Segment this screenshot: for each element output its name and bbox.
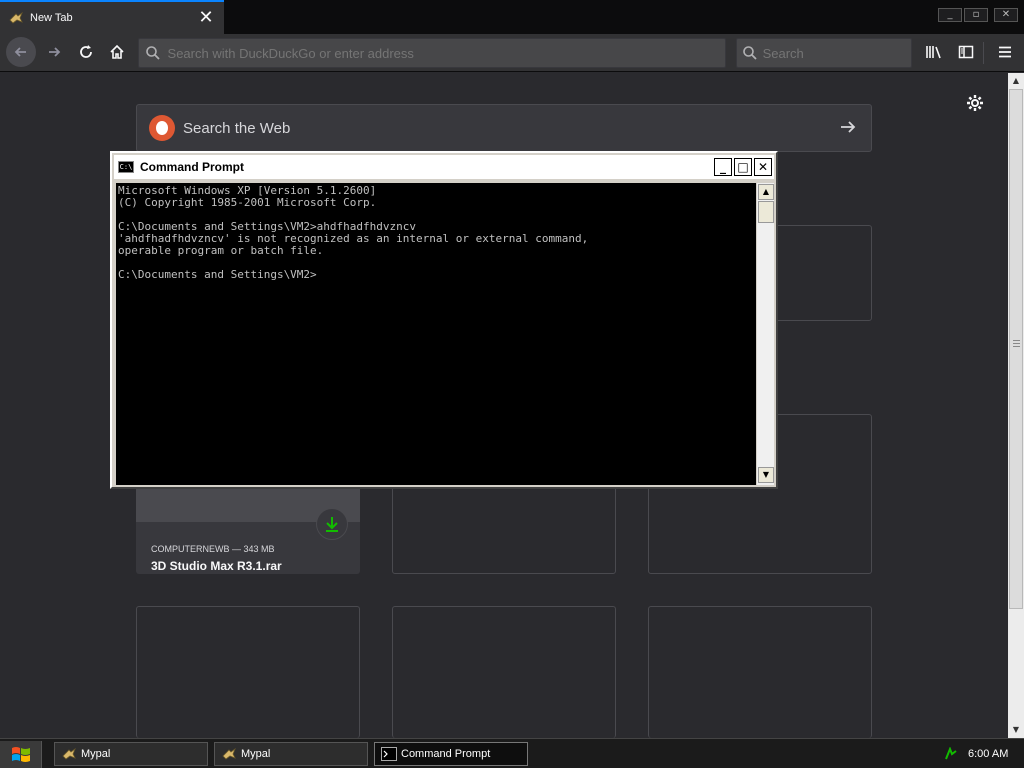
nav-toolbar — [0, 34, 1024, 72]
cmd-scrollbar[interactable]: ▲ ▼ — [756, 183, 774, 485]
back-button[interactable] — [6, 37, 36, 67]
tab-close-icon[interactable]: ✕ — [196, 8, 216, 28]
cmd-close-button[interactable]: ✕ — [754, 158, 772, 176]
system-tray: 6:00 AM — [936, 741, 1024, 767]
sidebar-button[interactable] — [952, 38, 980, 66]
start-button[interactable] — [0, 741, 42, 768]
download-arrow-icon — [316, 508, 348, 540]
home-icon — [110, 44, 124, 59]
taskbar-item-label: Mypal — [81, 748, 111, 760]
web-search-placeholder: Search the Web — [183, 119, 291, 137]
scroll-thumb[interactable] — [1009, 89, 1023, 609]
scroll-down-arrow-icon[interactable]: ▼ — [1008, 722, 1024, 738]
reload-button[interactable] — [72, 38, 100, 66]
search-bar[interactable] — [736, 38, 912, 68]
cmd-icon — [381, 746, 397, 762]
cmd-title: Command Prompt — [140, 160, 245, 174]
search-icon — [737, 45, 763, 61]
taskbar-item-command-prompt[interactable]: Command Prompt — [374, 742, 528, 766]
menu-button[interactable] — [991, 38, 1019, 66]
cmd-maximize-button[interactable]: □ — [734, 158, 752, 176]
url-input[interactable] — [167, 45, 725, 61]
url-bar[interactable] — [138, 38, 726, 68]
duckduckgo-logo-icon — [149, 115, 175, 141]
top-site-tile[interactable] — [136, 606, 360, 738]
library-button[interactable] — [920, 38, 948, 66]
taskbar: Mypal Mypal Command Prompt 6:00 AM — [0, 738, 1024, 768]
console-text: Microsoft Windows XP [Version 5.1.2600] … — [118, 184, 589, 281]
cmd-scroll-down-icon[interactable]: ▼ — [758, 467, 774, 483]
mypal-favicon-icon — [8, 10, 24, 26]
customize-gear-icon[interactable] — [966, 93, 984, 117]
web-search-box[interactable]: Search the Web — [136, 104, 872, 152]
search-icon — [139, 45, 168, 61]
windows-logo-icon — [11, 747, 30, 762]
download-highlight-card[interactable]: COMPUTERNEWB — 343 MB 3D Studio Max R3.1… — [136, 486, 360, 574]
scroll-up-arrow-icon[interactable]: ▲ — [1008, 73, 1024, 89]
tab-new-tab[interactable]: New Tab ✕ — [0, 0, 224, 34]
taskbar-item-mypal-2[interactable]: Mypal — [214, 742, 368, 766]
arrow-right-icon — [49, 47, 61, 57]
cmd-icon: C:\ — [118, 161, 134, 173]
mypal-icon — [61, 746, 77, 762]
clock[interactable]: 6:00 AM — [968, 748, 1008, 760]
tab-title: New Tab — [30, 12, 73, 24]
screen: New Tab ✕ _ ▫ ✕ Search with DuckDuckGo o… — [0, 0, 1024, 768]
search-go-arrow-icon[interactable] — [839, 116, 857, 140]
grip-icon — [1013, 340, 1020, 347]
page-scrollbar[interactable]: ▲ ▼ — [1008, 73, 1024, 738]
taskbar-item-mypal-1[interactable]: Mypal — [54, 742, 208, 766]
cmd-scroll-thumb[interactable] — [758, 201, 774, 223]
search-input[interactable] — [762, 45, 911, 61]
toolbar-divider — [983, 42, 984, 64]
cmd-console-output[interactable]: Microsoft Windows XP [Version 5.1.2600] … — [116, 183, 756, 485]
reload-icon — [80, 45, 92, 58]
cmd-minimize-button[interactable]: _ — [714, 158, 732, 176]
taskbar-item-label: Command Prompt — [401, 748, 491, 760]
hamburger-menu-icon — [999, 46, 1011, 58]
top-site-tile[interactable] — [648, 606, 872, 738]
home-button[interactable] — [103, 38, 131, 66]
cmd-scroll-up-icon[interactable]: ▲ — [758, 184, 774, 200]
top-site-tile[interactable] — [392, 606, 616, 738]
library-icon — [926, 46, 941, 59]
cmd-titlebar[interactable]: C:\ Command Prompt _ □ ✕ — [114, 155, 774, 179]
arrow-left-icon — [14, 47, 26, 57]
maximize-button[interactable]: ▫ — [964, 8, 988, 22]
forward-button[interactable] — [40, 38, 68, 66]
download-filename: 3D Studio Max R3.1.rar — [151, 559, 282, 573]
close-window-button[interactable]: ✕ — [994, 8, 1018, 22]
tab-strip: New Tab ✕ _ ▫ ✕ — [0, 0, 1024, 34]
taskbar-item-label: Mypal — [241, 748, 271, 760]
minimize-button[interactable]: _ — [938, 8, 962, 22]
download-source: COMPUTERNEWB — 343 MB — [151, 544, 275, 554]
mypal-icon — [221, 746, 237, 762]
command-prompt-window[interactable]: C:\ Command Prompt _ □ ✕ Microsoft Windo… — [110, 151, 778, 489]
network-tray-icon[interactable] — [944, 747, 958, 761]
sidebar-icon — [958, 45, 974, 59]
